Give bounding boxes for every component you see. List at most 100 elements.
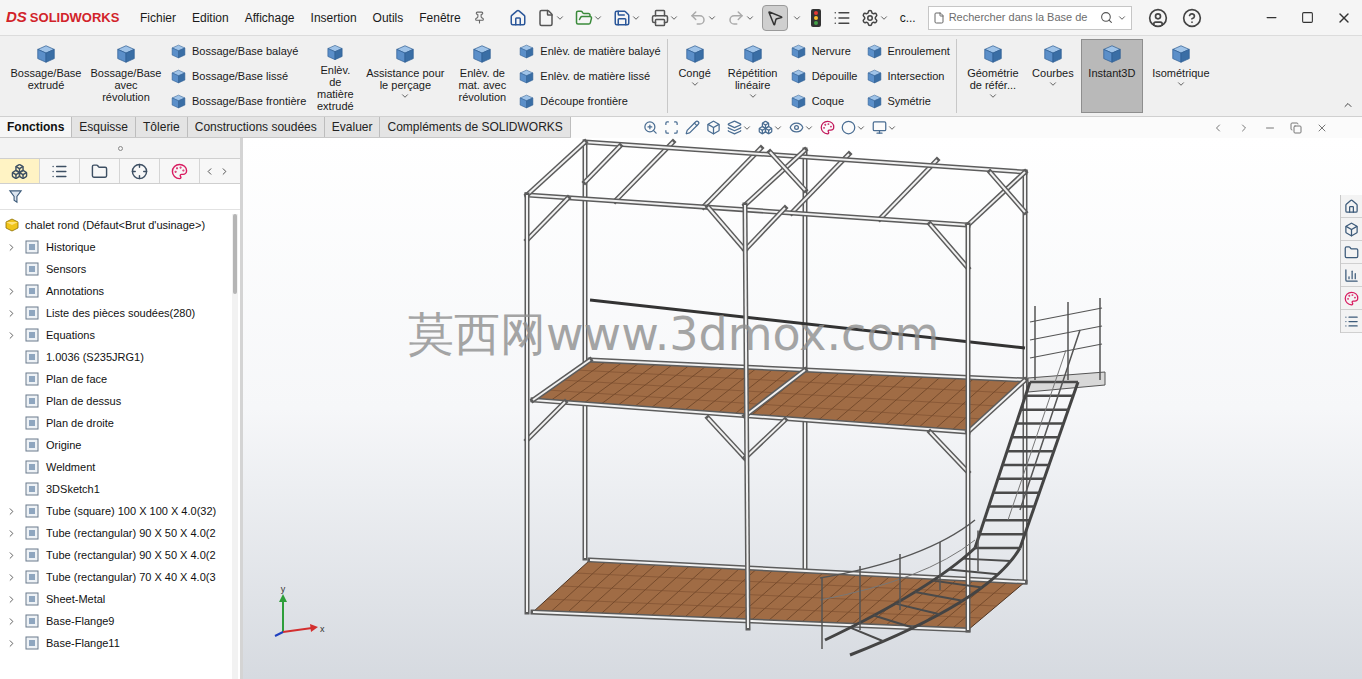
maximize-icon[interactable]: [1301, 11, 1314, 24]
dropdown-arrow-icon[interactable]: [879, 13, 889, 23]
collapse-ribbon-icon[interactable]: [1342, 99, 1354, 111]
undo-icon[interactable]: [689, 9, 707, 27]
tree-item[interactable]: Historique: [0, 236, 232, 258]
help-icon[interactable]: [1182, 8, 1202, 28]
tree-item[interactable]: Base-Flange11: [0, 632, 232, 654]
scroll-right-icon[interactable]: [219, 166, 230, 177]
task-pane-tab[interactable]: [1341, 218, 1362, 241]
graphics-area[interactable]: yx莫西网www.3dmox.com: [243, 138, 1362, 679]
hide-show-icon[interactable]: [789, 120, 804, 135]
tree-item[interactable]: Tube (rectangular) 90 X 50 X 4.0(2: [0, 544, 232, 566]
tree-item[interactable]: Tube (square) 100 X 100 X 4.0(32): [0, 500, 232, 522]
dropdown-arrow-icon[interactable]: [792, 13, 802, 23]
panel-tab[interactable]: [160, 159, 200, 183]
ribbon-small-button[interactable]: Bossage/Base balayé: [170, 40, 306, 62]
section-view-icon[interactable]: [706, 120, 721, 135]
ribbon-button[interactable]: Instant3D: [1081, 39, 1143, 113]
expand-icon[interactable]: [6, 594, 17, 605]
expand-icon[interactable]: [6, 550, 17, 561]
menu-item[interactable]: Insertion: [303, 9, 365, 27]
expand-icon[interactable]: [6, 286, 17, 297]
tree-root[interactable]: chalet rond (Défaut<Brut d'usinage>): [0, 214, 232, 236]
dropdown-arrow-icon[interactable]: [1176, 79, 1186, 89]
file-properties-icon[interactable]: [833, 9, 851, 27]
ribbon-button[interactable]: Bossage/Base extrudé: [8, 39, 84, 113]
dropdown-arrow-icon[interactable]: [988, 91, 998, 101]
tree-item[interactable]: Tube (rectangular) 90 X 50 X 4.0(2: [0, 522, 232, 544]
command-tab[interactable]: Constructions soudées: [188, 117, 325, 137]
close-icon[interactable]: [1336, 10, 1352, 26]
dropdown-arrow-icon[interactable]: [773, 123, 783, 133]
expand-icon[interactable]: [6, 638, 17, 649]
rebuild-icon[interactable]: [810, 8, 822, 28]
tree-item[interactable]: Origine: [0, 434, 232, 456]
previous-view-icon[interactable]: [685, 120, 700, 135]
ribbon-button[interactable]: Courbes: [1029, 39, 1077, 113]
expand-icon[interactable]: [6, 242, 17, 253]
panel-handle[interactable]: [0, 138, 240, 158]
dynamic-annotation-icon[interactable]: [727, 120, 742, 135]
task-pane-tab[interactable]: [1341, 310, 1362, 333]
dropdown-arrow-icon[interactable]: [707, 13, 717, 23]
tree-item[interactable]: 1.0036 (S235JRG1): [0, 346, 232, 368]
tree-item[interactable]: Base-Flange9: [0, 610, 232, 632]
open-icon[interactable]: [575, 9, 593, 27]
ribbon-small-button[interactable]: Enroulement: [866, 40, 950, 62]
dropdown-arrow-icon[interactable]: [1048, 79, 1058, 89]
ribbon-small-button[interactable]: Bossage/Base frontière: [170, 90, 306, 112]
tree-item[interactable]: Plan de dessus: [0, 390, 232, 412]
tree-item[interactable]: Plan de face: [0, 368, 232, 390]
ribbon-button[interactable]: Répétition linéaire: [722, 39, 784, 113]
panel-right-icon[interactable]: [1238, 122, 1250, 134]
dropdown-arrow-icon[interactable]: [804, 123, 814, 133]
minimize-icon[interactable]: [1264, 10, 1279, 25]
dropdown-arrow-icon[interactable]: [887, 123, 897, 133]
menu-item[interactable]: Fichier: [132, 9, 184, 27]
expand-icon[interactable]: [6, 528, 17, 539]
redo-icon[interactable]: [727, 9, 745, 27]
doc-minimize-icon[interactable]: [1264, 122, 1276, 134]
panel-tab[interactable]: [0, 159, 40, 183]
task-pane-tab[interactable]: [1341, 264, 1362, 287]
scene-icon[interactable]: [841, 120, 856, 135]
zoom-area-icon[interactable]: [664, 120, 679, 135]
dropdown-arrow-icon[interactable]: [631, 13, 641, 23]
menu-item[interactable]: Fenêtre: [411, 9, 468, 27]
select-button[interactable]: [762, 5, 788, 31]
ribbon-small-button[interactable]: Dépouille: [790, 65, 858, 87]
scroll-left-icon[interactable]: [204, 166, 215, 177]
zoom-fit-icon[interactable]: [643, 120, 658, 135]
tree-item[interactable]: Tube (rectangular) 70 X 40 X 4.0(3: [0, 566, 232, 588]
ribbon-button[interactable]: Congé: [672, 39, 718, 113]
tree-item[interactable]: 3DSketch1: [0, 478, 232, 500]
dropdown-arrow-icon[interactable]: [690, 79, 700, 89]
dropdown-arrow-icon[interactable]: [1117, 13, 1127, 23]
doc-close-icon[interactable]: [1316, 122, 1328, 134]
tree-item[interactable]: Equations: [0, 324, 232, 346]
ribbon-small-button[interactable]: Coque: [790, 90, 858, 112]
tree-item[interactable]: Annotations: [0, 280, 232, 302]
command-tab[interactable]: Esquisse: [72, 117, 136, 137]
expand-icon[interactable]: [6, 572, 17, 583]
display-settings-icon[interactable]: [872, 120, 887, 135]
ribbon-small-button[interactable]: Enlèv. de matière lissé: [518, 65, 660, 87]
command-tab[interactable]: Evaluer: [325, 117, 381, 137]
ribbon-button[interactable]: Enlèv. de matière extrudé: [312, 39, 358, 113]
ribbon-button[interactable]: Bossage/Base avec révolution: [88, 39, 164, 113]
new-file-icon[interactable]: [537, 9, 555, 27]
panel-tab[interactable]: [120, 159, 160, 183]
panel-left-icon[interactable]: [1212, 122, 1224, 134]
tree-item[interactable]: Weldment: [0, 456, 232, 478]
weldment-model[interactable]: yx: [243, 138, 1362, 679]
ribbon-small-button[interactable]: Symétrie: [866, 90, 950, 112]
dropdown-arrow-icon[interactable]: [745, 13, 755, 23]
pin-icon[interactable]: [473, 11, 486, 24]
ribbon-button[interactable]: Isométrique: [1147, 39, 1215, 113]
task-pane-tab[interactable]: [1341, 241, 1362, 264]
tree-item[interactable]: Plan de droite: [0, 412, 232, 434]
dropdown-arrow-icon[interactable]: [669, 13, 679, 23]
view-orientation-icon[interactable]: [758, 120, 773, 135]
ribbon-button[interactable]: Géométrie de référ...: [961, 39, 1025, 113]
search-icon[interactable]: [1100, 11, 1113, 24]
ribbon-small-button[interactable]: Enlèv. de matière balayé: [518, 40, 660, 62]
